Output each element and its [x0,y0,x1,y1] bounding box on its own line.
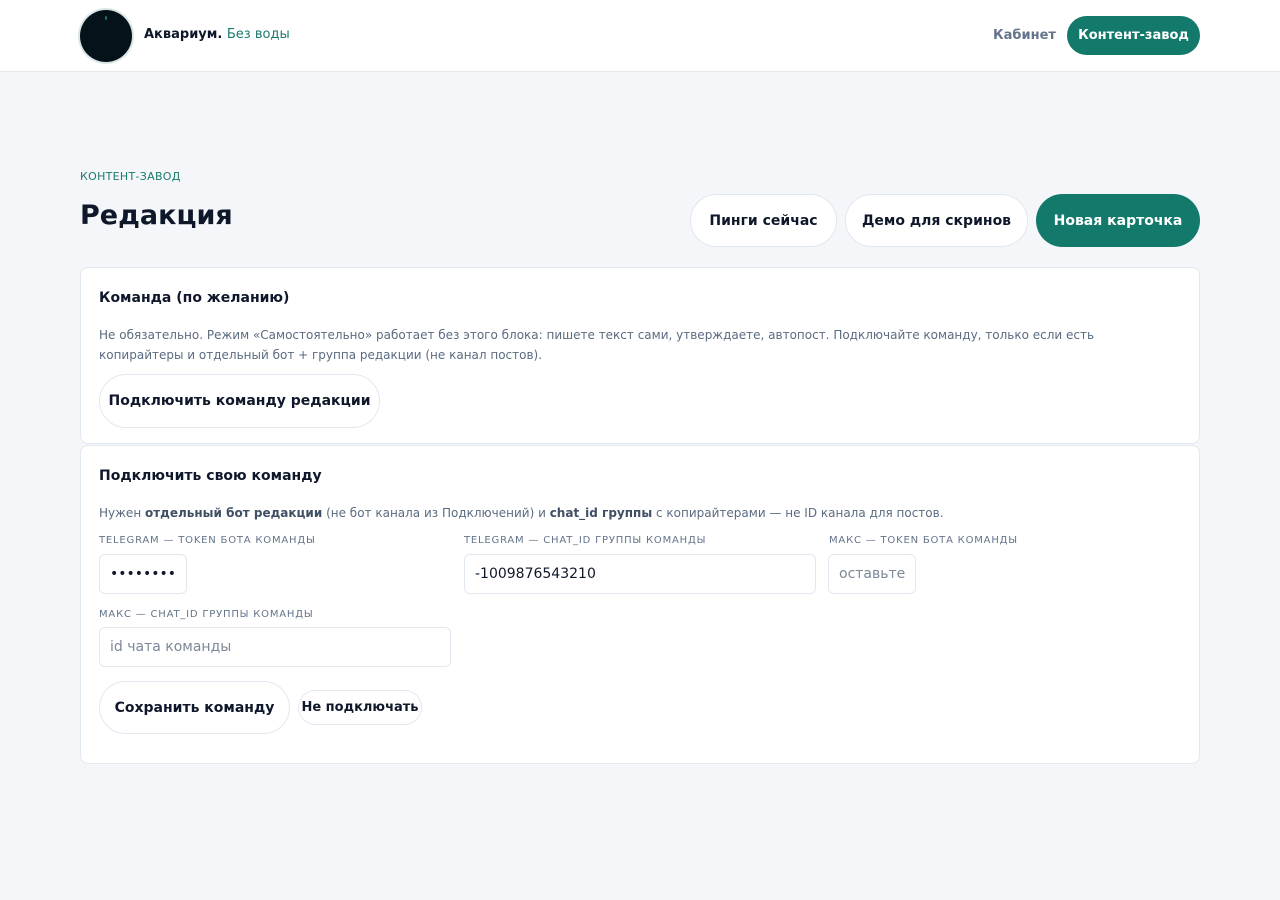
skip-connect-button[interactable]: Не подключать [298,690,422,725]
connect-team-description: Нужен отдельный бот редакции (не бот кан… [99,506,944,520]
nav-link-cabinet[interactable]: Кабинет [993,28,1056,43]
nav-content-factory-button[interactable]: Контент-завод [1067,16,1200,55]
tg-token-label: TELEGRAM — TOKEN БОТА КОМАНДЫ [99,535,316,546]
brand-logo[interactable] [80,10,132,62]
team-optional-description: Не обязательно. Режим «Самостоятельно» р… [99,328,1095,362]
brand-subtitle: Без воды [226,27,290,42]
new-card-button[interactable]: Новая карточка [1036,194,1200,247]
max-token-label: МАКС — TOKEN БОТА КОМАНДЫ [829,535,1018,546]
tg-chat-id-input[interactable] [464,554,816,594]
max-chat-id-input[interactable] [99,627,451,667]
save-team-button[interactable]: Сохранить команду [99,681,290,734]
team-optional-title: Команда (по желанию) [99,290,290,306]
brand-title[interactable]: Аквариум. Без воды [144,27,290,42]
top-navigation-bar: Аквариум. Без воды Кабинет Контент-завод [0,0,1280,72]
max-chat-id-label: МАКС — CHAT_ID ГРУППЫ КОМАНДЫ [99,609,314,620]
connect-team-card: Подключить свою команду Нужен отдельный … [80,445,1200,764]
demo-screenshots-button[interactable]: Демо для скринов [845,194,1028,247]
team-optional-card: Команда (по желанию) Не обязательно. Реж… [80,267,1200,444]
max-token-input[interactable] [828,554,916,594]
connect-editorial-team-button[interactable]: Подключить команду редакции [99,374,380,428]
brand-name: Аквариум. [144,27,223,42]
pings-now-button[interactable]: Пинги сейчас [690,194,837,247]
section-eyebrow: КОНТЕНТ-ЗАВОД [80,170,181,183]
tg-chat-id-label: TELEGRAM — CHAT_ID ГРУППЫ КОМАНДЫ [464,535,707,546]
tg-token-input[interactable] [99,554,187,594]
connect-team-title: Подключить свою команду [99,468,322,484]
page-title: Редакция [80,200,233,231]
